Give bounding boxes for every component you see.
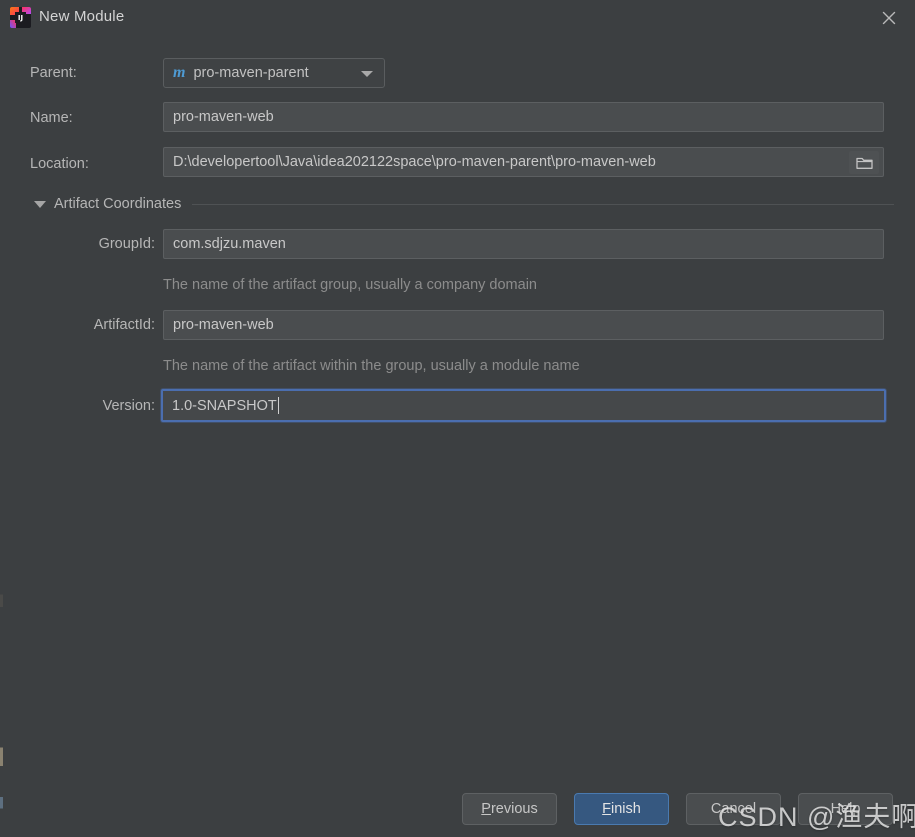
artifact-coordinates-header[interactable]: Artifact Coordinates (34, 194, 894, 214)
name-input[interactable]: pro-maven-web (163, 102, 884, 132)
cancel-button[interactable]: Cancel (686, 793, 781, 825)
artifact-id-input[interactable]: pro-maven-web (163, 310, 884, 340)
triangle-down-icon[interactable] (34, 200, 46, 208)
parent-label: Parent: (30, 65, 77, 81)
group-id-input-value: com.sdjzu.maven (173, 236, 286, 252)
finish-button[interactable]: Finish (574, 793, 669, 825)
parent-value: pro-maven-parent (193, 65, 309, 81)
close-icon[interactable] (871, 4, 907, 32)
finish-button-mnemonic: F (602, 801, 612, 817)
finish-button-label: inish (611, 801, 641, 817)
location-input[interactable]: D:\developertool\Java\idea202122space\pr… (163, 147, 884, 177)
help-button-label: Help (830, 801, 861, 817)
dialog-title: New Module (39, 8, 125, 25)
group-separator-line (192, 203, 894, 205)
cancel-button-label: Cancel (710, 801, 757, 817)
svg-text:IJ: IJ (18, 14, 23, 22)
artifact-id-input-value: pro-maven-web (173, 317, 274, 333)
chevron-down-icon (361, 71, 373, 77)
maven-module-icon: m (173, 64, 186, 81)
previous-button[interactable]: Previous (462, 793, 557, 825)
dialog-title-bar: IJ New Module (0, 0, 915, 36)
artifact-id-label: ArtifactId: (93, 317, 155, 333)
new-module-dialog: IJ New Module Parent: m pro-maven-parent… (0, 0, 915, 837)
group-id-hint: The name of the artifact group, usually … (163, 277, 537, 293)
name-input-value: pro-maven-web (173, 109, 274, 125)
help-button[interactable]: Help (798, 793, 893, 825)
intellij-idea-logo-icon: IJ (10, 7, 31, 28)
window-edge-artifact (0, 0, 3, 837)
previous-button-mnemonic: P (481, 801, 491, 817)
version-input[interactable]: 1.0-SNAPSHOT (161, 389, 886, 422)
artifact-id-hint: The name of the artifact within the grou… (163, 358, 580, 374)
text-caret (277, 397, 279, 414)
name-label: Name: (30, 110, 73, 126)
group-id-input[interactable]: com.sdjzu.maven (163, 229, 884, 259)
previous-button-label: revious (490, 801, 538, 817)
group-id-label: GroupId: (98, 236, 155, 252)
version-input-value: 1.0-SNAPSHOT (172, 397, 277, 414)
folder-icon[interactable] (849, 151, 879, 174)
version-label: Version: (102, 398, 155, 414)
artifact-coordinates-title: Artifact Coordinates (54, 196, 182, 212)
parent-combobox[interactable]: m pro-maven-parent (163, 58, 385, 88)
location-label: Location: (30, 156, 89, 172)
location-input-value: D:\developertool\Java\idea202122space\pr… (173, 154, 656, 170)
